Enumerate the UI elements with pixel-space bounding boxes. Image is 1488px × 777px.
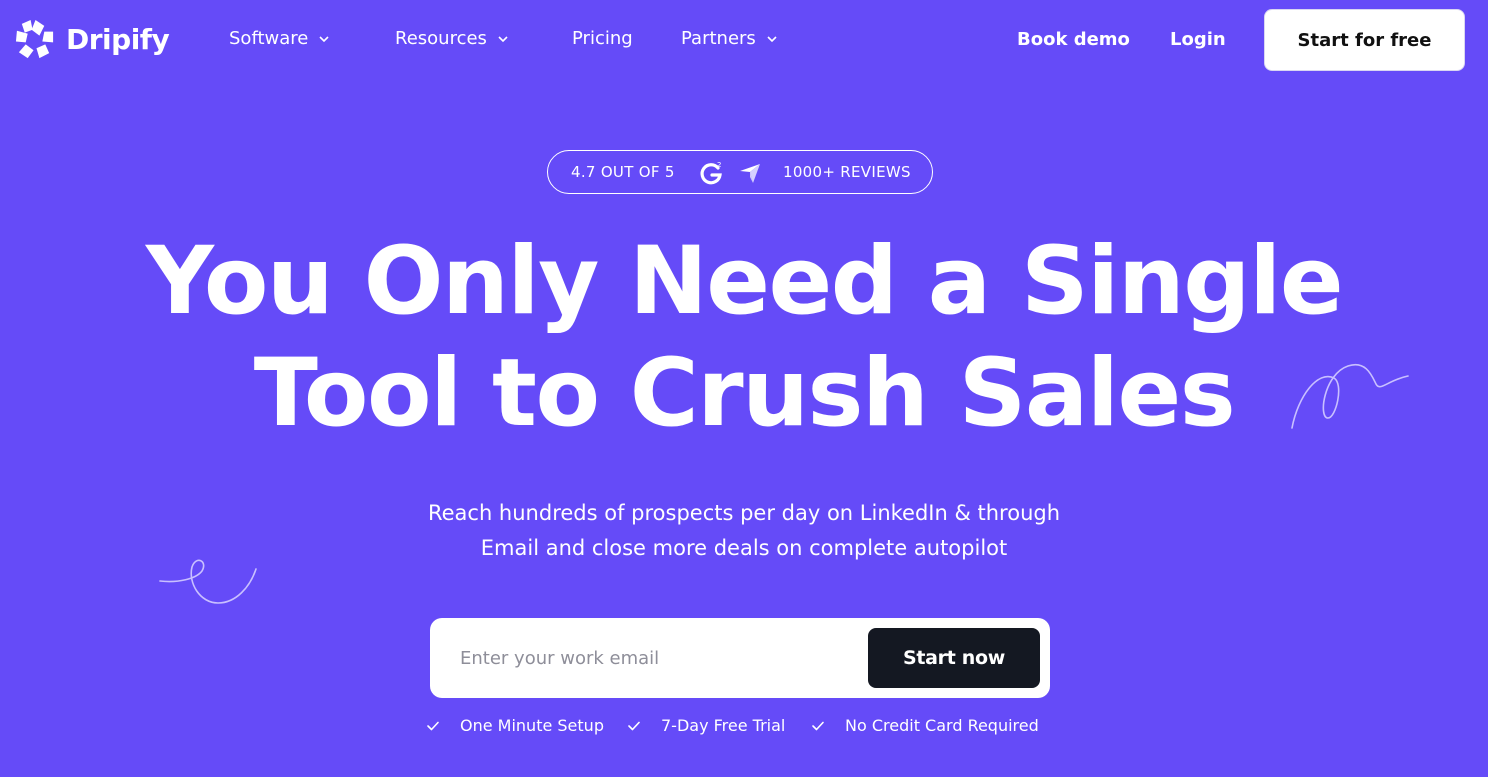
feature-label: 7-Day Free Trial xyxy=(661,716,786,735)
hero-subtitle-line-1: Reach hundreds of prospects per day on L… xyxy=(427,501,1061,525)
hero-title-line-1: You Only Need a Single xyxy=(145,227,1344,336)
review-count: 1000+ REVIEWS xyxy=(783,163,911,181)
top-navbar: Dripify Software Resources Pricing Partn… xyxy=(0,0,1488,80)
feature-item: No Credit Card Required xyxy=(811,716,1039,735)
feature-item: 7-Day Free Trial xyxy=(627,716,785,735)
brand-logo[interactable]: Dripify xyxy=(14,18,170,61)
svg-text:2: 2 xyxy=(717,161,722,169)
start-now-button[interactable]: Start now xyxy=(868,628,1040,688)
chevron-down-icon xyxy=(767,35,777,42)
squiggle-decoration-left xyxy=(159,559,257,604)
nav-resources-label: Resources xyxy=(395,28,487,49)
book-demo-link[interactable]: Book demo xyxy=(1017,29,1130,50)
rating-badge: 4.7 OUT OF 5 2 1000+ REVIEWS xyxy=(547,150,933,194)
chevron-down-icon xyxy=(319,35,329,42)
dripify-logo-icon xyxy=(15,19,54,59)
nav-software[interactable]: Software xyxy=(229,28,330,49)
signup-form: Start now xyxy=(430,618,1050,698)
feature-label: No Credit Card Required xyxy=(845,716,1039,735)
feature-item: One Minute Setup xyxy=(426,716,604,735)
nav-partners[interactable]: Partners xyxy=(681,28,778,49)
g2-logo-icon: 2 xyxy=(700,161,722,185)
work-email-input[interactable] xyxy=(460,640,860,676)
hero-title-line-2: Tool to Crush Sales xyxy=(253,339,1236,448)
nav-software-label: Software xyxy=(229,28,309,49)
hero-title: You Only Need a Single Tool to Crush Sal… xyxy=(0,226,1488,450)
checkmark-icon xyxy=(628,721,640,730)
nav-partners-label: Partners xyxy=(681,28,756,49)
brand-name: Dripify xyxy=(66,23,170,56)
checkmark-icon xyxy=(427,721,439,730)
squiggle-decoration-right xyxy=(1291,363,1409,429)
rating-score: 4.7 OUT OF 5 xyxy=(571,163,675,181)
login-link[interactable]: Login xyxy=(1170,29,1226,50)
nav-resources[interactable]: Resources xyxy=(395,28,509,49)
checkmark-icon xyxy=(812,721,824,730)
start-for-free-button[interactable]: Start for free xyxy=(1264,9,1465,71)
feature-label: One Minute Setup xyxy=(460,716,604,735)
nav-pricing-label: Pricing xyxy=(572,28,633,49)
capterra-logo-icon xyxy=(740,164,760,183)
chevron-down-icon xyxy=(498,35,508,42)
nav-pricing[interactable]: Pricing xyxy=(572,28,633,49)
